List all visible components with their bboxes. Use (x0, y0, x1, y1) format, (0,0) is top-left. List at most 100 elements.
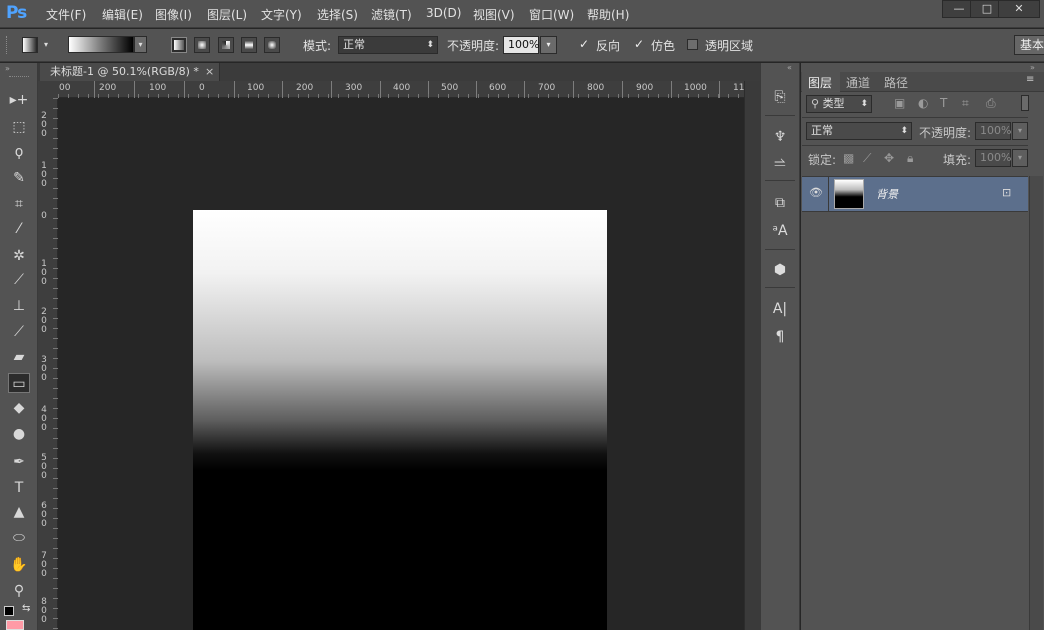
menu-layer[interactable]: 图层(L) (207, 6, 247, 23)
reflected-gradient-icon[interactable] (241, 37, 257, 53)
close-button[interactable]: ✕ (998, 0, 1040, 18)
type-icon[interactable]: T (8, 478, 30, 498)
gradient-tool-preset-icon[interactable] (22, 37, 38, 53)
menu-view[interactable]: 视图(V) (473, 6, 515, 23)
layer-name[interactable]: 背景 (876, 186, 898, 202)
clone-source-icon[interactable]: ⧉ (768, 192, 792, 214)
canvas-vertical-scrollbar[interactable] (744, 81, 760, 630)
ruler-tick-label: 800 (41, 597, 47, 625)
fill-arrow-icon[interactable]: ▾ (1012, 149, 1028, 167)
tab-channels[interactable]: 通道 (846, 74, 870, 91)
options-grip[interactable] (6, 36, 9, 54)
paragraph-icon[interactable]: ¶ (768, 326, 792, 348)
quick-select-icon[interactable]: ✎ (8, 168, 30, 188)
filter-toggle-switch[interactable] (1021, 95, 1029, 111)
gradient-icon[interactable]: ▭ (8, 373, 30, 393)
brush-icon[interactable]: ⟋ (8, 270, 30, 290)
menu-window[interactable]: 窗口(W) (529, 6, 574, 23)
layer-thumbnail[interactable] (834, 179, 864, 209)
mode-select[interactable]: 正常 ⬍ (338, 36, 438, 54)
diamond-gradient-icon[interactable] (264, 37, 280, 53)
menu-help[interactable]: 帮助(H) (587, 6, 629, 23)
tab-paths[interactable]: 路径 (884, 74, 908, 91)
gradient-picker[interactable] (68, 36, 134, 53)
toolbar-grip[interactable] (9, 76, 29, 77)
filter-pixel-icon[interactable]: ▣ (894, 96, 905, 110)
dither-checkbox[interactable]: ✓ (634, 38, 645, 50)
layer-opacity-input[interactable]: 100% (975, 122, 1011, 140)
photoshop-logo: Ps (6, 3, 27, 23)
ellipse-icon[interactable]: ⬭ (8, 528, 30, 548)
lock-position-icon[interactable]: ✥ (884, 151, 894, 165)
eraser-icon[interactable]: ▰ (8, 347, 30, 367)
menu-3d[interactable]: 3D(D) (426, 6, 461, 20)
healing-icon[interactable]: ✲ (8, 246, 30, 266)
workspace-button[interactable]: 基本 (1014, 35, 1044, 55)
character-style-icon[interactable]: ᵃA (768, 220, 792, 242)
lock-transparent-icon[interactable]: ▩ (843, 151, 854, 165)
dock-collapse-icon[interactable]: « (787, 63, 792, 72)
menu-edit[interactable]: 编辑(E) (102, 6, 143, 23)
pen-icon[interactable]: ✒ (8, 452, 30, 472)
transparency-checkbox[interactable] (687, 39, 698, 50)
menu-type[interactable]: 文字(Y) (261, 6, 302, 23)
document-tab-close-icon[interactable]: × (205, 65, 214, 78)
vertical-ruler[interactable]: 200 100 0 100 200 300 400 500 600 700 800 (38, 98, 58, 630)
foreground-color-swatch[interactable] (6, 620, 24, 630)
swap-colors-icon[interactable]: ⇆ (22, 603, 30, 614)
eyedropper-icon[interactable]: ⁄ (8, 219, 30, 239)
horizontal-ruler[interactable]: 00 200 100 0 100 200 300 400 500 600 700 800 900 1000… (58, 81, 769, 98)
brush-panel-icon[interactable]: ♆ (768, 126, 792, 148)
gradient-picker-arrow-icon[interactable]: ▾ (134, 36, 147, 53)
opacity-input[interactable]: 100% (503, 36, 539, 54)
toolbar-collapse-icon[interactable]: » (5, 64, 10, 73)
filter-adjustment-icon[interactable]: ◐ (918, 96, 928, 110)
character-icon[interactable]: A| (768, 298, 792, 320)
brush-presets-icon[interactable]: ⥬ (768, 152, 792, 174)
crop-icon[interactable]: ⌗ (8, 194, 30, 214)
linear-gradient-icon[interactable] (171, 37, 187, 53)
panel-menu-icon[interactable]: ≡ (1026, 74, 1034, 85)
opacity-dropdown-arrow-icon[interactable]: ▾ (540, 36, 557, 54)
marquee-icon[interactable]: ⬚ (8, 117, 30, 137)
layer-visibility-eye-icon[interactable]: 👁︎ (809, 186, 823, 199)
stamp-icon[interactable]: ⊥ (8, 296, 30, 316)
lock-pixels-icon[interactable]: ⟋ (863, 151, 871, 166)
layer-locked-icon[interactable]: ⊡ (1002, 186, 1011, 199)
radial-gradient-icon[interactable] (194, 37, 210, 53)
document-canvas[interactable] (193, 210, 607, 630)
history-brush-icon[interactable]: ⟋ (8, 322, 30, 342)
path-select-icon[interactable]: ▲ (8, 502, 30, 522)
menu-filter[interactable]: 滤镜(T) (371, 6, 412, 23)
default-colors-icon[interactable] (4, 606, 14, 616)
zoom-icon[interactable]: ⚲ (8, 581, 30, 601)
layers-panel-collapse-icon[interactable]: » (1030, 63, 1035, 72)
hand-icon[interactable]: ✋ (8, 555, 30, 575)
fill-input[interactable]: 100% (975, 149, 1011, 167)
filter-shape-icon[interactable]: ⌗ (962, 96, 969, 111)
dodge-icon[interactable]: ● (8, 424, 30, 444)
ruler-origin[interactable] (38, 81, 58, 98)
reverse-checkbox[interactable]: ✓ (579, 38, 590, 50)
menu-select[interactable]: 选择(S) (317, 6, 358, 23)
move-icon[interactable]: ▸+ (8, 90, 30, 110)
filter-smart-object-icon[interactable]: ⎙ (986, 96, 996, 111)
filter-type-icon[interactable]: T (940, 96, 947, 110)
lock-all-icon[interactable]: 🔒︎ (907, 151, 913, 166)
tab-layers[interactable]: 图层 (808, 74, 832, 91)
divider (802, 117, 1028, 118)
menu-file[interactable]: 文件(F) (46, 6, 86, 23)
preset-dropdown-arrow-icon[interactable]: ▾ (44, 40, 48, 49)
layers-scrollbar[interactable] (1029, 176, 1043, 630)
blur-icon[interactable]: ◆ (8, 398, 30, 418)
history-icon[interactable]: ⎘ (768, 86, 792, 108)
document-tab[interactable]: 未标题-1 @ 50.1%(RGB/8) * (40, 63, 220, 81)
lasso-icon[interactable]: ϙ (8, 142, 30, 162)
3d-icon[interactable]: ⬢ (768, 259, 792, 281)
blend-mode-select[interactable]: 正常 ⬍ (806, 122, 912, 140)
menu-image[interactable]: 图像(I) (155, 6, 192, 23)
layer-filter-select[interactable]: ⚲ 类型 ⬍ (806, 95, 872, 113)
layer-opacity-arrow-icon[interactable]: ▾ (1012, 122, 1028, 140)
ruler-tick-label: 400 (41, 405, 47, 433)
angle-gradient-icon[interactable] (218, 37, 234, 53)
